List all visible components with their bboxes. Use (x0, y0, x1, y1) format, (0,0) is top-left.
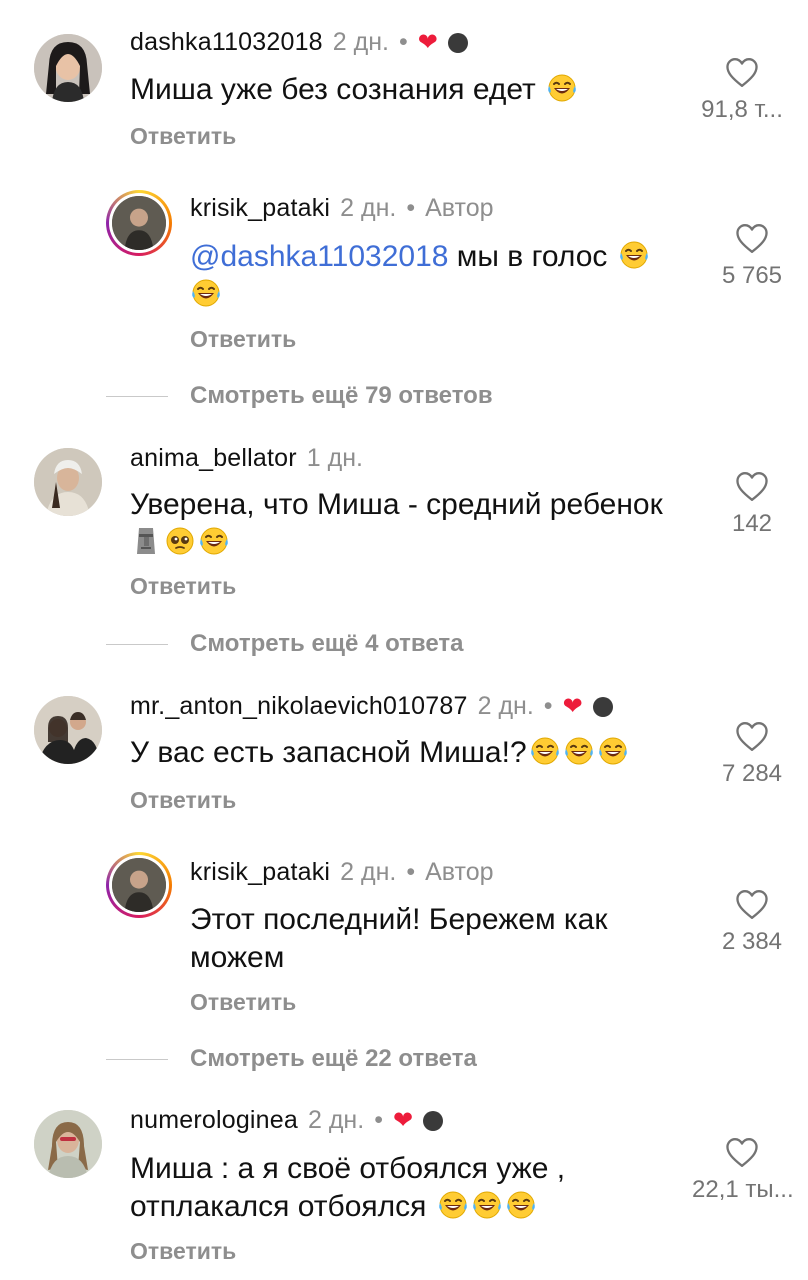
avatar[interactable] (34, 34, 102, 102)
laugh-emoji-icon (546, 72, 578, 104)
view-more-label: Смотреть ещё 79 ответов (190, 382, 493, 409)
like-button[interactable]: 142 (702, 470, 802, 538)
timestamp: 1 дн. (306, 444, 363, 472)
creator-avatar-icon (423, 1110, 444, 1131)
like-button[interactable]: 5 765 (702, 222, 802, 290)
like-button[interactable]: 91,8 т... (692, 56, 792, 124)
avatar[interactable] (34, 1110, 102, 1178)
moai-emoji-icon (130, 525, 162, 557)
author-badge: Автор (425, 194, 494, 222)
mention-link[interactable]: @dashka11032018 (190, 240, 448, 273)
separator-dot: • (374, 1106, 383, 1134)
comment-text: Уверена, что Миша - средний ребенок (130, 488, 663, 521)
reply-button[interactable]: Ответить (190, 326, 296, 353)
like-count: 142 (731, 510, 773, 537)
heart-outline-icon (734, 470, 770, 502)
timestamp: 2 дн. (477, 692, 534, 720)
avatar[interactable] (34, 448, 102, 516)
view-more-label: Смотреть ещё 4 ответа (190, 630, 464, 657)
comment-text: мы в голос (448, 240, 608, 273)
laugh-emoji-icon (198, 525, 230, 557)
laugh-emoji-icon (471, 1189, 503, 1221)
timestamp: 2 дн. (340, 858, 397, 886)
author-badge: Автор (425, 858, 494, 886)
comment-text: Миша уже без сознания едет (130, 73, 536, 106)
creator-liked-heart-icon: ❤ (392, 1106, 414, 1134)
divider-line (106, 643, 168, 645)
reply-button[interactable]: Ответить (130, 123, 236, 150)
like-button[interactable]: 2 384 (702, 888, 802, 956)
laugh-emoji-icon (190, 277, 222, 309)
reply-button[interactable]: Ответить (190, 989, 296, 1016)
comment-text: У вас есть запасной Миша!? (130, 736, 527, 769)
heart-outline-icon (724, 1136, 760, 1168)
comment-text-line: Миша : а я своё отбоялся уже , (130, 1152, 566, 1185)
view-more-label: Смотреть ещё 22 ответа (190, 1045, 477, 1072)
username[interactable]: mr._anton_nikolaevich010787 (130, 692, 468, 721)
view-more-replies[interactable]: Смотреть ещё 79 ответов (106, 382, 493, 410)
reply-button[interactable]: Ответить (130, 1238, 236, 1265)
username[interactable]: dashka11032018 (130, 28, 323, 57)
comment-text-line: Этот последний! Бережем как (190, 903, 608, 936)
pleading-face-emoji-icon (164, 525, 196, 557)
story-ring-avatar[interactable] (106, 852, 172, 918)
like-count: 2 384 (721, 928, 783, 955)
laugh-emoji-icon (437, 1189, 469, 1221)
username[interactable]: anima_bellator (130, 444, 297, 473)
timestamp: 2 дн. (308, 1106, 365, 1134)
comment-text-line: можем (190, 941, 285, 974)
separator-dot: • (406, 194, 416, 222)
story-ring-avatar[interactable] (106, 190, 172, 256)
creator-avatar-icon (447, 32, 468, 53)
like-button[interactable]: 22,1 ты... (692, 1136, 794, 1204)
laugh-emoji-icon (597, 735, 629, 767)
divider-line (106, 395, 168, 397)
like-button[interactable]: 7 284 (702, 720, 802, 788)
timestamp: 2 дн. (340, 194, 397, 222)
reply-button[interactable]: Ответить (130, 573, 236, 600)
creator-avatar-icon (592, 696, 613, 717)
heart-outline-icon (734, 888, 770, 920)
view-more-replies[interactable]: Смотреть ещё 22 ответа (106, 1045, 477, 1073)
username[interactable]: krisik_pataki (190, 858, 330, 887)
laugh-emoji-icon (529, 735, 561, 767)
separator-dot: • (399, 28, 408, 56)
laugh-emoji-icon (618, 239, 650, 271)
avatar[interactable] (34, 696, 102, 764)
like-count: 7 284 (721, 760, 783, 787)
like-count: 22,1 ты... (692, 1176, 794, 1203)
creator-liked-heart-icon: ❤ (417, 28, 438, 56)
laugh-emoji-icon (505, 1189, 537, 1221)
separator-dot: • (406, 858, 416, 886)
laugh-emoji-icon (563, 735, 595, 767)
like-count: 5 765 (721, 262, 783, 289)
separator-dot: • (543, 692, 553, 720)
timestamp: 2 дн. (332, 28, 389, 56)
view-more-replies[interactable]: Смотреть ещё 4 ответа (106, 630, 463, 658)
comment-text-line: отплакался отбоялся (130, 1190, 427, 1223)
creator-liked-heart-icon: ❤ (562, 692, 583, 720)
username[interactable]: numerologinea (130, 1106, 298, 1135)
heart-outline-icon (734, 720, 770, 752)
reply-button[interactable]: Ответить (130, 787, 236, 814)
heart-outline-icon (724, 56, 760, 88)
divider-line (106, 1058, 168, 1060)
username[interactable]: krisik_pataki (190, 194, 330, 223)
like-count: 91,8 т... (701, 96, 783, 123)
heart-outline-icon (734, 222, 770, 254)
